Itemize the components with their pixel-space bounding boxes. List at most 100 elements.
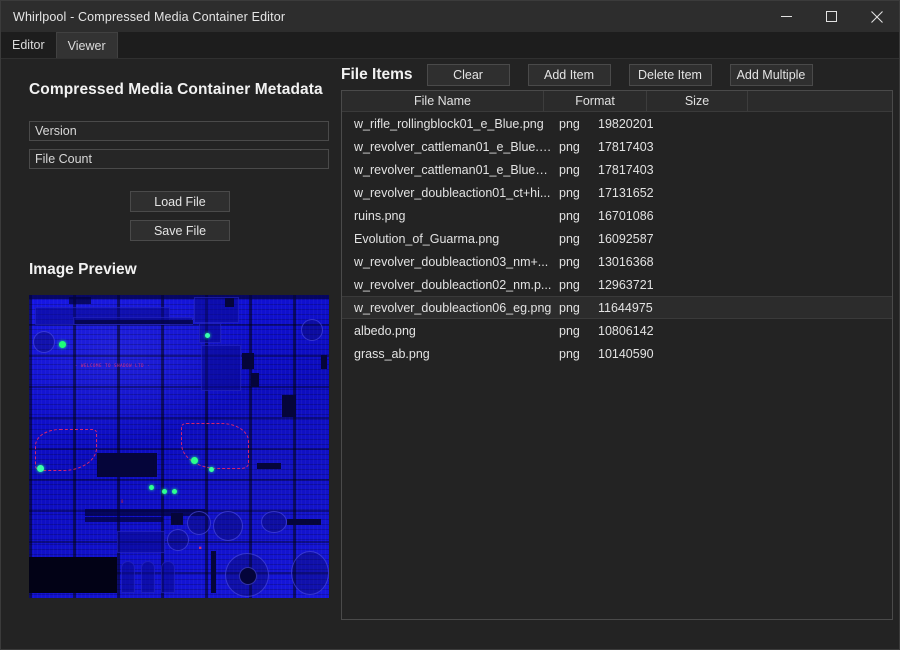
table-row[interactable]: w_revolver_cattleman01_e_Blue_a... png 178… [342, 158, 892, 181]
preview-block [97, 453, 157, 477]
preview-block [251, 373, 259, 387]
preview-band [69, 297, 91, 304]
cell-file-name: w_revolver_cattleman01_e_Blue_a... [354, 162, 559, 177]
file-items-title: File Items [341, 66, 413, 83]
preview-block [321, 355, 327, 369]
cell-format: png [559, 231, 580, 246]
cell-format: png [559, 185, 580, 200]
maximize-button[interactable] [809, 1, 854, 32]
delete-item-button[interactable]: Delete Item [628, 64, 712, 86]
tab-viewer[interactable]: Viewer [55, 32, 118, 58]
table-row[interactable]: grass_ab.png png 10140590 [342, 342, 892, 365]
tab-strip: Editor Viewer [1, 32, 899, 59]
preview-panel [199, 323, 221, 343]
clear-button[interactable]: Clear [426, 64, 510, 86]
preview-ring [239, 567, 257, 585]
cell-size: 13016368 [598, 254, 654, 269]
application-window: Whirlpool - Compressed Media Container E… [0, 0, 900, 650]
cell-size: 17131652 [598, 185, 654, 200]
preview-marker-dot [162, 489, 167, 494]
table-row[interactable]: w_revolver_doubleaction03_nm+... png 13016… [342, 250, 892, 273]
minimize-button[interactable] [764, 1, 809, 32]
cell-size: 10140590 [598, 346, 654, 361]
preview-block [242, 353, 254, 369]
cell-file-name: Evolution_of_Guarma.png [354, 231, 500, 246]
cell-format: png [559, 254, 580, 269]
cell-file-name: w_revolver_cattleman01_e_Blue.p... [354, 139, 557, 154]
column-header-file-name[interactable]: File Name [342, 91, 544, 111]
version-field[interactable]: Version [29, 121, 329, 141]
cell-size: 16701086 [598, 208, 654, 223]
preview-panel [121, 561, 135, 593]
cell-format: png [559, 208, 580, 223]
cell-size: 19820201 [598, 116, 654, 131]
preview-block [211, 551, 216, 593]
preview-block [171, 513, 183, 525]
title-bar[interactable]: Whirlpool - Compressed Media Container E… [1, 1, 899, 32]
preview-overlay-text: - WELCOME TO SHADOW LTD - [75, 363, 151, 368]
preview-block [29, 557, 117, 593]
preview-accent-mark: ■ [199, 545, 203, 550]
preview-panel [201, 345, 241, 391]
cell-format: png [559, 346, 580, 361]
image-preview-heading: Image Preview [29, 261, 137, 278]
version-field-placeholder: Version [35, 124, 77, 138]
preview-accent-mark: 8 [121, 499, 125, 504]
table-row[interactable]: w_revolver_doubleaction06_eg.png png 11644… [342, 296, 892, 319]
table-row[interactable]: w_revolver_doubleaction01_ct+hi... png 171… [342, 181, 892, 204]
preview-block [225, 298, 234, 307]
table-row[interactable]: Evolution_of_Guarma.png png 16092587 [342, 227, 892, 250]
cell-file-name: w_revolver_doubleaction02_nm.p... [354, 277, 552, 292]
table-row[interactable]: w_revolver_doubleaction02_nm.p... png 1296… [342, 273, 892, 296]
preview-panel [117, 531, 165, 553]
cell-size: 11644975 [598, 300, 653, 315]
main-content: Compressed Media Container Metadata Vers… [1, 59, 899, 649]
preview-marker-dot [205, 333, 210, 338]
preview-marker-dot [149, 485, 154, 490]
preview-ring [301, 319, 323, 341]
preview-ring [261, 511, 287, 533]
preview-block [287, 519, 321, 525]
editor-panel: Compressed Media Container Metadata Vers… [1, 59, 337, 649]
close-button[interactable] [854, 1, 899, 32]
window-controls [764, 1, 899, 32]
cell-file-name: ruins.png [354, 208, 406, 223]
table-row[interactable]: albedo.png png 10806142 [342, 319, 892, 342]
preview-marker-dot [37, 465, 44, 472]
table-row[interactable]: w_rifle_rollingblock01_e_Blue.png png 1982… [342, 112, 892, 135]
column-header-format[interactable]: Format [544, 91, 647, 111]
preview-panel [161, 561, 175, 593]
cell-format: png [559, 116, 580, 131]
cell-size: 17817403 [598, 139, 654, 154]
column-header-size[interactable]: Size [647, 91, 748, 111]
save-file-button[interactable]: Save File [130, 220, 230, 241]
preview-panel [141, 561, 155, 593]
tab-editor[interactable]: Editor [1, 32, 56, 58]
preview-block [257, 463, 281, 469]
cell-file-name: w_rifle_rollingblock01_e_Blue.png [354, 116, 544, 131]
cell-size: 12963721 [598, 277, 654, 292]
table-row[interactable]: ruins.png png 16701086 [342, 204, 892, 227]
file-items-header: File Name Format Size [342, 91, 892, 112]
load-file-button[interactable]: Load File [130, 191, 230, 212]
preview-ring [187, 511, 211, 535]
cell-format: png [559, 323, 580, 338]
image-preview[interactable]: - WELCOME TO SHADOW LTD - 8 ■ [29, 295, 329, 598]
add-multiple-button[interactable]: Add Multiple [729, 64, 813, 86]
file-items-rows: w_rifle_rollingblock01_e_Blue.png png 1982… [342, 112, 892, 619]
cell-file-name: grass_ab.png [354, 346, 430, 361]
cell-format: png [559, 139, 580, 154]
preview-marker-dot [191, 457, 198, 464]
cell-format: png [559, 162, 580, 177]
cell-file-name: albedo.png [354, 323, 416, 338]
file-count-field[interactable]: File Count [29, 149, 329, 169]
metadata-heading: Compressed Media Container Metadata [29, 81, 323, 98]
cell-file-name: w_revolver_doubleaction06_eg.png [354, 300, 552, 315]
preview-block [282, 395, 296, 417]
preview-band [85, 517, 163, 522]
cell-file-name: w_revolver_doubleaction01_ct+hi... [354, 185, 551, 200]
preview-ring [33, 331, 55, 353]
file-items-toolbar: File Items Clear Add Item Delete Item Ad… [337, 64, 895, 86]
table-row[interactable]: w_revolver_cattleman01_e_Blue.p... png 178… [342, 135, 892, 158]
add-item-button[interactable]: Add Item [527, 64, 611, 86]
